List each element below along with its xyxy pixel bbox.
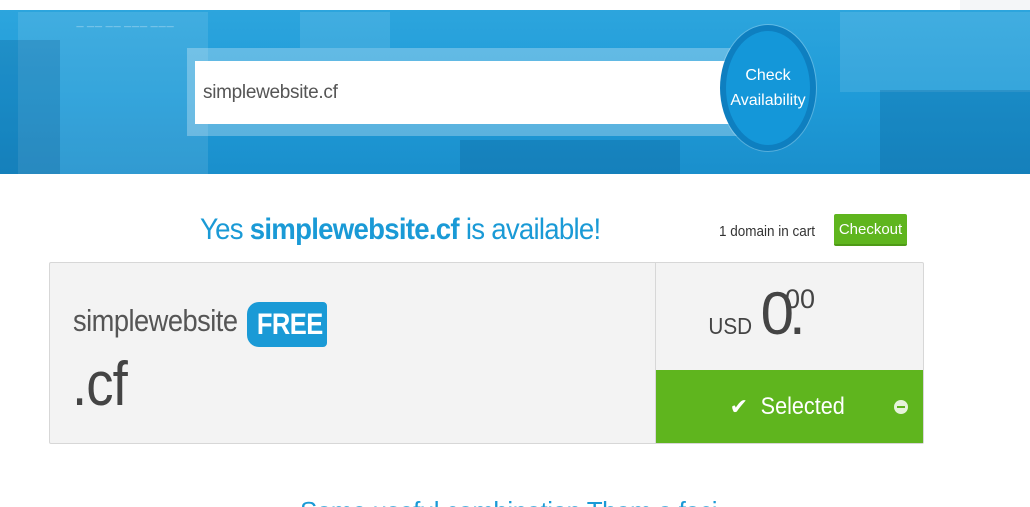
selected-label: Selected [760,392,845,420]
result-tld: .cf [72,350,128,419]
headline-suffix: is available! [465,213,601,246]
result-price: USD 0. 00 [706,284,815,344]
result-domain-name: simplewebsite [73,303,238,338]
check-availability-button[interactable]: Check Availability [720,25,816,151]
background-street [460,140,680,174]
background-window [300,12,390,48]
check-availability-line1: Check [745,67,791,84]
background-shop [880,90,1030,174]
remove-icon[interactable] [894,400,908,414]
checkout-button[interactable]: Checkout [834,214,907,246]
domain-search-input[interactable] [195,61,735,124]
check-icon: ✔ [729,393,749,419]
cart-count: 1 domain in cart [719,223,816,240]
headline-domain: simplewebsite.cf [249,213,460,246]
check-availability-line2: Availability [730,92,806,109]
headline-prefix: Yes [200,213,244,246]
price-currency: USD [708,313,753,339]
availability-headline: Yes simplewebsite.cf is available! [200,213,601,253]
background-tree [0,40,60,174]
top-bar [0,0,960,10]
background-awning [840,12,1030,92]
free-badge-label: FREE [257,307,323,341]
selected-button[interactable]: ✔ Selected [656,370,923,443]
suggestions-heading: Some useful combination Tham a foci [300,496,718,507]
price-cents: 00 [785,284,816,314]
top-bar-edge [960,0,1030,10]
free-badge: FREE [247,302,327,347]
background-sign: — —— —— ——— ——— [76,22,175,31]
